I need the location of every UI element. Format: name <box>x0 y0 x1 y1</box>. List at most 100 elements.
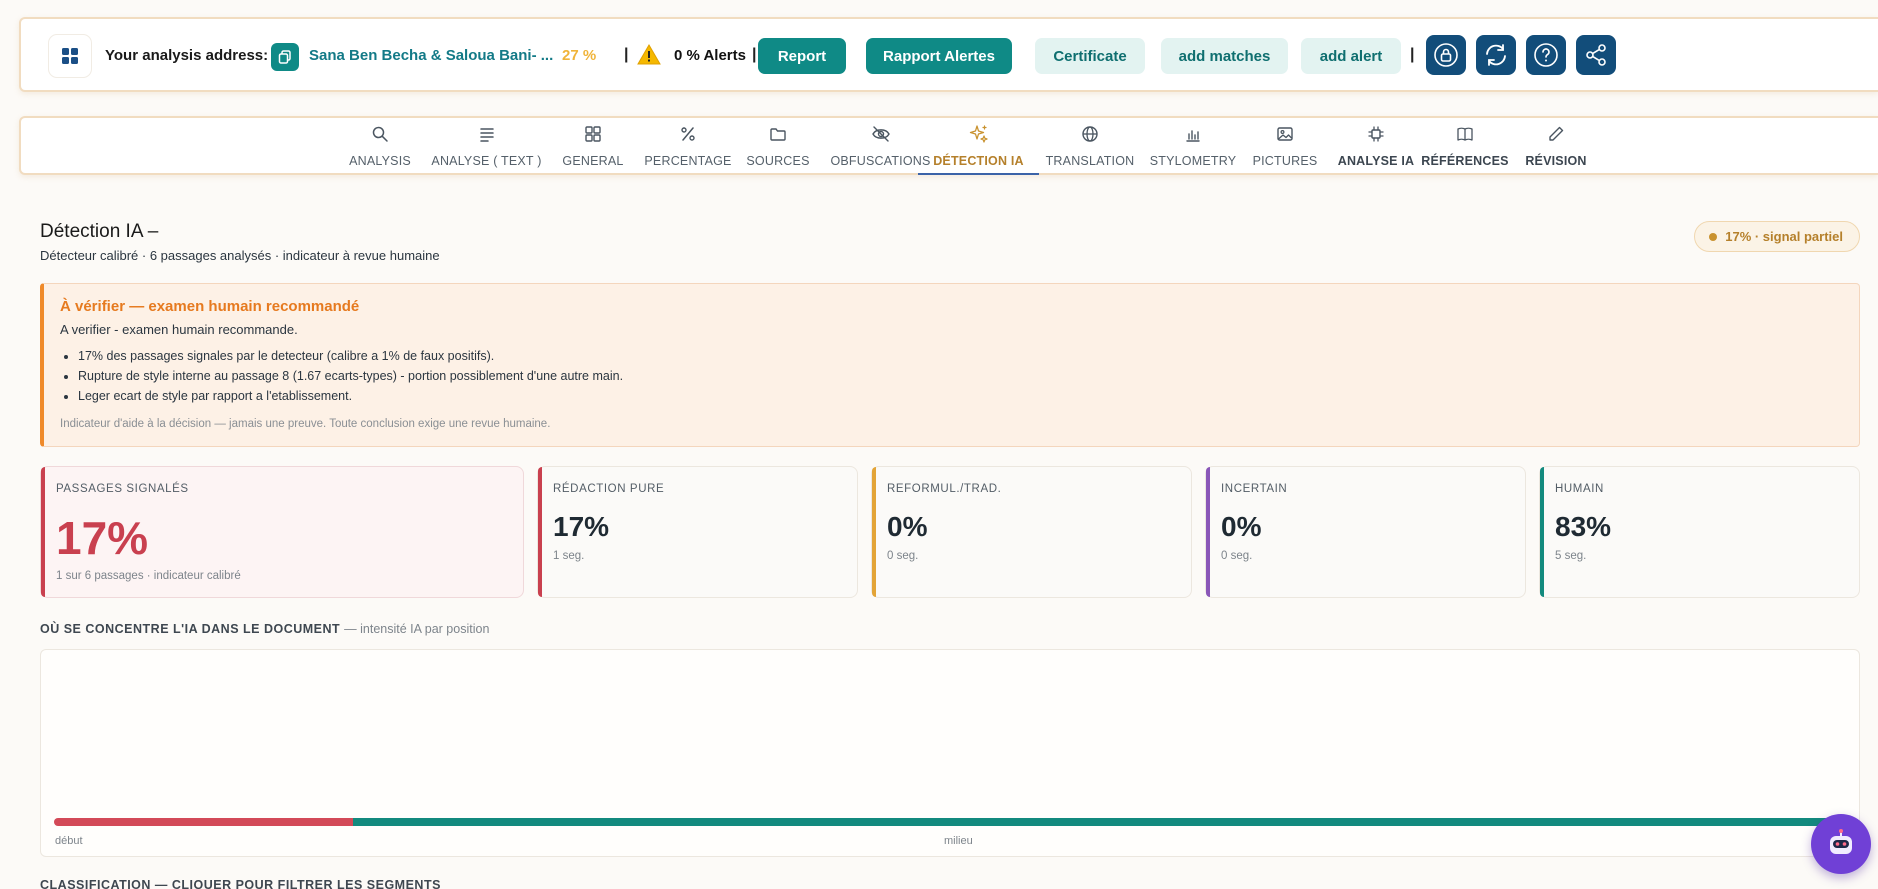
position-label-middle: milieu <box>944 835 973 847</box>
card-subtext: 0 seg. <box>1221 550 1253 562</box>
tab-detection-ia[interactable]: DÉTECTION IA <box>918 118 1039 175</box>
ai-intensity-bar[interactable] <box>54 818 1846 826</box>
top-toolbar: Your analysis address: Sana Ben Becha & … <box>19 17 1878 92</box>
tab-sources[interactable]: SOURCES <box>733 118 823 175</box>
refresh-icon <box>1486 44 1506 66</box>
refresh-button[interactable] <box>1476 35 1516 75</box>
separator: | <box>624 46 629 63</box>
card-subtext: 1 sur 6 passages · indicateur calibré <box>56 570 241 582</box>
warning-disclaimer: Indicateur d'aide à la décision — jamais… <box>60 418 551 430</box>
card-value: 17% <box>56 512 149 564</box>
position-label-start: début <box>55 835 83 847</box>
rapport-alertes-button[interactable]: Rapport Alertes <box>866 38 1012 74</box>
separator: | <box>752 46 757 63</box>
lock-icon <box>1434 43 1458 67</box>
help-button[interactable] <box>1526 35 1566 75</box>
card-subtext: 0 seg. <box>887 550 919 562</box>
warning-list: 17% des passages signales par le detecte… <box>78 349 623 409</box>
card-label: RÉDACTION PURE <box>553 483 665 495</box>
stat-card-humain[interactable]: HUMAIN 83% 5 seg. <box>1539 466 1860 598</box>
text-lines-icon <box>477 124 497 144</box>
distribution-segment[interactable] <box>54 818 354 826</box>
distribution-section-title: OÙ SE CONCENTRE L'IA DANS LE DOCUMENT — … <box>40 622 490 636</box>
copy-icon <box>278 50 291 64</box>
distribution-segment[interactable] <box>353 818 1846 826</box>
similarity-percent: 27 % <box>562 47 597 64</box>
status-dot-icon <box>1709 232 1718 241</box>
apps-grid-icon <box>62 48 78 64</box>
card-accent <box>41 467 45 597</box>
list-item: 17% des passages signales par le detecte… <box>78 349 623 363</box>
analysis-address-name[interactable]: Sana Ben Becha & Saloua Bani- ... <box>309 47 553 64</box>
tab-percentage[interactable]: PERCENTAGE <box>633 118 743 175</box>
tab-general[interactable]: GENERAL <box>548 118 638 175</box>
bar-chart-icon <box>1183 124 1203 144</box>
card-accent <box>1540 467 1544 597</box>
card-subtext: 5 seg. <box>1555 550 1587 562</box>
classification-section-title: CLASSIFICATION — CLIQUER POUR FILTRER LE… <box>40 878 441 889</box>
list-item: Leger ecart de style par rapport a l'eta… <box>78 389 623 403</box>
tab-stylometry[interactable]: STYLOMETRY <box>1141 118 1245 175</box>
tab-translation[interactable]: TRANSLATION <box>1034 118 1146 175</box>
grid-icon <box>583 124 603 144</box>
analysis-nav-bar: ANALYSIS ANALYSE ( TEXT ) GENERAL PERCEN… <box>19 116 1878 175</box>
tab-references[interactable]: RÉFÉRENCES <box>1415 118 1515 175</box>
card-subtext: 1 seg. <box>553 550 585 562</box>
signal-badge-label: 17% · signal partiel <box>1725 229 1843 244</box>
tab-pictures[interactable]: PICTURES <box>1239 118 1331 175</box>
stat-card-passages-signales[interactable]: PASSAGES SIGNALÉS 17% 1 sur 6 passages ·… <box>40 466 524 598</box>
warning-icon <box>637 44 661 70</box>
page-title: Détection IA – <box>40 221 159 242</box>
card-value: 0% <box>887 511 928 542</box>
card-accent <box>538 467 542 597</box>
stat-card-reformulation[interactable]: REFORMUL./TRAD. 0% 0 seg. <box>871 466 1192 598</box>
alerts-percent: 0 % Alerts <box>674 47 746 64</box>
warning-title: À vérifier — examen humain recommandé <box>60 298 360 315</box>
list-item: Rupture de style interne au passage 8 (1… <box>78 369 623 383</box>
share-button[interactable] <box>1576 35 1616 75</box>
add-alert-button[interactable]: add alert <box>1301 38 1401 74</box>
eye-off-icon <box>871 124 891 144</box>
ai-distribution-panel: début milieu <box>40 649 1860 857</box>
tab-analyse-ia[interactable]: ANALYSE IA <box>1326 118 1426 175</box>
signal-badge: 17% · signal partiel <box>1694 221 1860 252</box>
stat-card-incertain[interactable]: INCERTAIN 0% 0 seg. <box>1205 466 1526 598</box>
stat-card-redaction-pure[interactable]: RÉDACTION PURE 17% 1 seg. <box>537 466 858 598</box>
card-label: HUMAIN <box>1555 483 1604 495</box>
certificate-button[interactable]: Certificate <box>1035 38 1145 74</box>
book-icon <box>1455 124 1475 144</box>
review-warning-panel: À vérifier — examen humain recommandé A … <box>40 283 1860 447</box>
tab-analyse-text[interactable]: ANALYSE ( TEXT ) <box>421 118 552 175</box>
copy-address-button[interactable] <box>271 43 299 71</box>
search-icon <box>370 124 390 144</box>
folder-icon <box>768 124 788 144</box>
warning-text: A verifier - examen humain recommande. <box>60 322 298 337</box>
card-value: 83% <box>1555 511 1612 542</box>
pencil-icon <box>1546 124 1566 144</box>
card-label: INCERTAIN <box>1221 483 1288 495</box>
percent-icon <box>678 124 698 144</box>
robot-icon <box>1830 829 1852 854</box>
page-subtitle: Détecteur calibré · 6 passages analysés … <box>40 248 440 263</box>
image-icon <box>1275 124 1295 144</box>
card-accent <box>1206 467 1210 597</box>
analysis-address-label: Your analysis address: <box>105 47 269 64</box>
sparkles-icon <box>969 124 989 144</box>
lock-button[interactable] <box>1426 35 1466 75</box>
assistant-bot-button[interactable] <box>1811 814 1871 874</box>
globe-icon <box>1080 124 1100 144</box>
chip-icon <box>1366 124 1386 144</box>
report-button[interactable]: Report <box>758 38 846 74</box>
help-icon <box>1534 43 1558 67</box>
apps-grid-button[interactable] <box>49 35 91 77</box>
card-label: REFORMUL./TRAD. <box>887 483 1002 495</box>
tab-revision[interactable]: RÉVISION <box>1511 118 1601 175</box>
add-matches-button[interactable]: add matches <box>1161 38 1288 74</box>
separator: | <box>1410 46 1415 63</box>
card-accent <box>872 467 876 597</box>
card-value: 17% <box>553 511 610 542</box>
card-label: PASSAGES SIGNALÉS <box>56 483 189 495</box>
tab-analysis[interactable]: ANALYSIS <box>332 118 428 175</box>
share-icon <box>1586 44 1606 66</box>
card-value: 0% <box>1221 511 1262 542</box>
